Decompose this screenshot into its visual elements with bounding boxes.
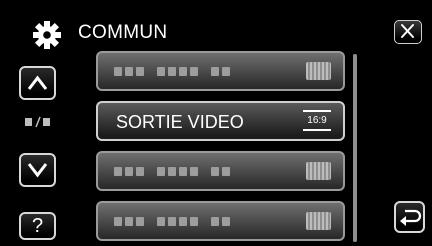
aspect-ratio-value: 16:9: [303, 110, 331, 131]
close-icon: [401, 24, 414, 38]
scrollbar[interactable]: [353, 54, 357, 242]
scroll-up-button[interactable]: [19, 66, 56, 100]
help-button[interactable]: ?: [19, 212, 56, 240]
page-title: COMMUN: [78, 22, 168, 43]
page-indicator-icon: [24, 116, 54, 128]
back-button[interactable]: [394, 201, 425, 233]
close-button[interactable]: [394, 20, 422, 44]
menu-item-sortie-video[interactable]: SORTIE VIDEO 16:9: [96, 101, 345, 141]
menu-item-label: SORTIE VIDEO: [116, 112, 244, 132]
help-label: ?: [31, 215, 44, 237]
gear-icon: [32, 20, 62, 50]
menu-item[interactable]: [96, 51, 345, 91]
return-icon: [400, 209, 422, 226]
setting-value-icon: [306, 162, 331, 180]
obscured-label: [114, 67, 230, 76]
chevron-down-icon: [27, 163, 48, 178]
obscured-label: [114, 167, 230, 176]
setting-value-icon: [306, 62, 331, 80]
menu-item[interactable]: [96, 151, 345, 191]
obscured-label: [114, 217, 230, 226]
setting-value-icon: [306, 212, 331, 230]
menu-item[interactable]: [96, 201, 345, 241]
chevron-up-icon: [27, 75, 48, 90]
scroll-down-button[interactable]: [19, 153, 56, 187]
